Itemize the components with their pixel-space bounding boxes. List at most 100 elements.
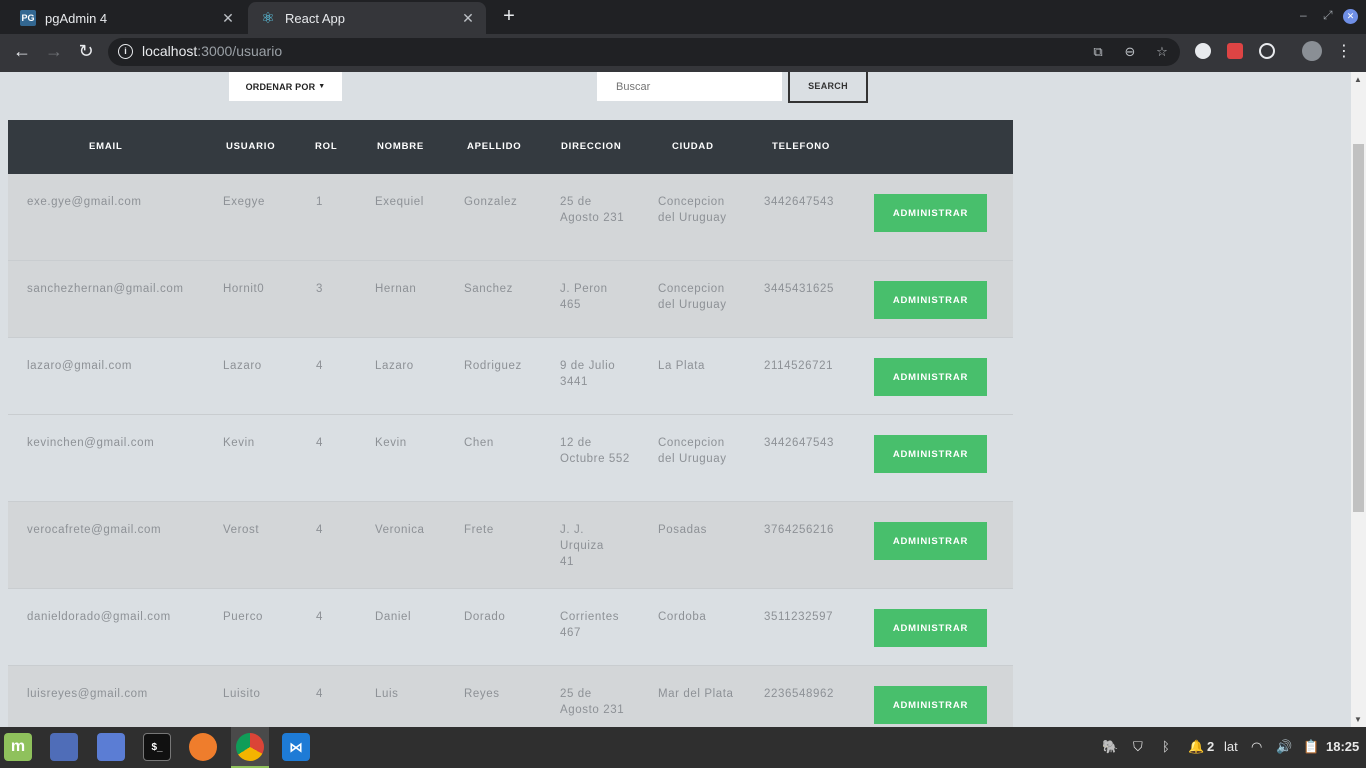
cell-apellido: Dorado — [464, 611, 506, 623]
url-path: :3000/usuario — [197, 43, 283, 59]
cell-usuario: Lazaro — [223, 360, 262, 372]
back-button[interactable]: ← — [10, 41, 34, 62]
column-header-telefono: TELEFONO — [772, 141, 831, 152]
administrar-button[interactable]: ADMINISTRAR — [874, 609, 987, 647]
cell-rol: 4 — [316, 688, 323, 700]
cell-direccion: J. J. Urquiza 41 — [560, 524, 604, 568]
tab-pgadmin[interactable]: PG pgAdmin 4 ✕ — [8, 2, 246, 34]
reload-button[interactable]: ↻ — [74, 41, 98, 62]
cell-ciudad: Concepcion del Uruguay — [658, 437, 727, 465]
bookmark-star-icon[interactable]: ☆ — [1153, 44, 1171, 60]
cell-usuario: Verost — [223, 524, 260, 536]
cell-usuario: Hornit0 — [223, 283, 265, 295]
mint-menu-icon[interactable]: m — [4, 733, 32, 761]
column-header-rol: ROL — [315, 141, 338, 152]
shield-icon[interactable]: ⛉ — [1133, 739, 1143, 755]
menu-icon[interactable]: ⋮ — [1332, 41, 1356, 61]
react-icon: ⚛ — [261, 10, 275, 27]
cell-telefono: 2114526721 — [764, 360, 834, 372]
table-row: verocafrete@gmail.com Verost 4 Veronica … — [8, 502, 1013, 589]
keyboard-layout[interactable]: lat — [1224, 739, 1238, 754]
page-scrollbar[interactable]: ▲ ▼ — [1351, 72, 1366, 727]
avatar[interactable] — [1302, 41, 1322, 61]
notifications-icon[interactable]: 🔔 — [1188, 739, 1204, 755]
cell-email: luisreyes@gmail.com — [27, 688, 148, 700]
cell-direccion: Corrientes 467 — [560, 611, 620, 639]
new-tab-button[interactable]: + — [498, 5, 520, 28]
cell-telefono: 3764256216 — [764, 524, 834, 536]
cell-nombre: Hernan — [375, 283, 417, 295]
files-folder-icon[interactable] — [97, 733, 125, 761]
cell-nombre: Lazaro — [375, 360, 414, 372]
cell-ciudad: Cordoba — [658, 611, 707, 623]
table-body: exe.gye@gmail.com Exegye 1 Exequiel Gonz… — [8, 174, 1013, 727]
minimize-icon[interactable]: – — [1300, 8, 1307, 22]
cell-usuario: Kevin — [223, 437, 255, 449]
administrar-button[interactable]: ADMINISTRAR — [874, 435, 987, 473]
cell-rol: 4 — [316, 360, 323, 372]
cell-apellido: Frete — [464, 524, 494, 536]
extension-icon[interactable] — [1259, 43, 1275, 59]
cell-rol: 3 — [316, 283, 323, 295]
clipboard-icon[interactable]: 📋 — [1303, 739, 1319, 755]
scroll-down-icon[interactable]: ▼ — [1354, 715, 1362, 724]
cell-nombre: Veronica — [375, 524, 425, 536]
postgres-icon[interactable]: 🐘 — [1102, 739, 1118, 755]
cell-ciudad: Posadas — [658, 524, 707, 536]
sort-dropdown-button[interactable]: ORDENAR POR ▼ — [229, 72, 342, 101]
translate-icon[interactable]: ⧉ — [1089, 44, 1107, 60]
table-row: luisreyes@gmail.com Luisito 4 Luis Reyes… — [8, 666, 1013, 727]
administrar-button[interactable]: ADMINISTRAR — [874, 686, 987, 724]
scrollbar-thumb[interactable] — [1353, 144, 1364, 512]
close-icon[interactable]: ✕ — [216, 10, 240, 27]
forward-button[interactable]: → — [42, 41, 66, 62]
wifi-icon[interactable]: ◠ — [1251, 739, 1262, 755]
cell-email: kevinchen@gmail.com — [27, 437, 155, 449]
cell-nombre: Exequiel — [375, 196, 424, 208]
search-button[interactable]: SEARCH — [788, 72, 868, 103]
column-header-usuario: USUARIO — [226, 141, 276, 152]
cell-email: verocafrete@gmail.com — [27, 524, 162, 536]
cell-ciudad: Concepcion del Uruguay — [658, 283, 727, 311]
cell-direccion: 25 de Agosto 231 — [560, 688, 625, 716]
restore-icon[interactable]: ⤢ — [1323, 8, 1333, 23]
cell-telefono: 2236548962 — [764, 688, 834, 700]
vscode-icon[interactable]: ⋈ — [282, 733, 310, 761]
sort-label: ORDENAR POR — [245, 81, 316, 92]
url-text[interactable]: localhost:3000/usuario — [142, 43, 282, 59]
search-input[interactable] — [597, 72, 782, 101]
cell-apellido: Rodriguez — [464, 360, 522, 372]
table-row: sanchezhernan@gmail.com Hornit0 3 Hernan… — [8, 261, 1013, 338]
bluetooth-icon[interactable]: ᛒ — [1162, 739, 1170, 754]
cell-email: danieldorado@gmail.com — [27, 611, 171, 623]
cell-apellido: Chen — [464, 437, 494, 449]
volume-icon[interactable]: 🔊 — [1276, 739, 1292, 755]
chrome-icon[interactable] — [236, 733, 264, 761]
window-close-button[interactable]: ✕ — [1343, 9, 1358, 24]
firefox-icon[interactable] — [189, 733, 217, 761]
administrar-button[interactable]: ADMINISTRAR — [874, 281, 987, 319]
clock[interactable]: 18:25 — [1326, 739, 1359, 754]
cell-apellido: Sanchez — [464, 283, 513, 295]
administrar-button[interactable]: ADMINISTRAR — [874, 358, 987, 396]
administrar-button[interactable]: ADMINISTRAR — [874, 522, 987, 560]
extension-icon[interactable] — [1227, 43, 1243, 59]
close-icon[interactable]: ✕ — [456, 10, 480, 27]
url-host: localhost — [142, 43, 198, 59]
cell-telefono: 3445431625 — [764, 283, 834, 295]
cell-ciudad: Mar del Plata — [658, 688, 734, 700]
desktop-folder-icon[interactable] — [50, 733, 78, 761]
cell-direccion: 25 de Agosto 231 — [560, 196, 625, 224]
address-bar[interactable]: i localhost:3000/usuario ⧉ ⊖ ☆ — [108, 38, 1180, 66]
tab-react-app[interactable]: ⚛ React App ✕ — [248, 2, 486, 34]
cell-email: lazaro@gmail.com — [27, 360, 132, 372]
column-header-direccion: DIRECCION — [561, 141, 622, 152]
scroll-up-icon[interactable]: ▲ — [1354, 75, 1362, 84]
cell-rol: 1 — [316, 196, 323, 208]
workspace-indicator[interactable]: 2 — [1207, 739, 1214, 754]
administrar-button[interactable]: ADMINISTRAR — [874, 194, 987, 232]
zoom-icon[interactable]: ⊖ — [1121, 44, 1139, 60]
terminal-icon[interactable]: $_ — [143, 733, 171, 761]
info-icon[interactable]: i — [118, 44, 133, 59]
extension-icon[interactable] — [1195, 43, 1211, 59]
